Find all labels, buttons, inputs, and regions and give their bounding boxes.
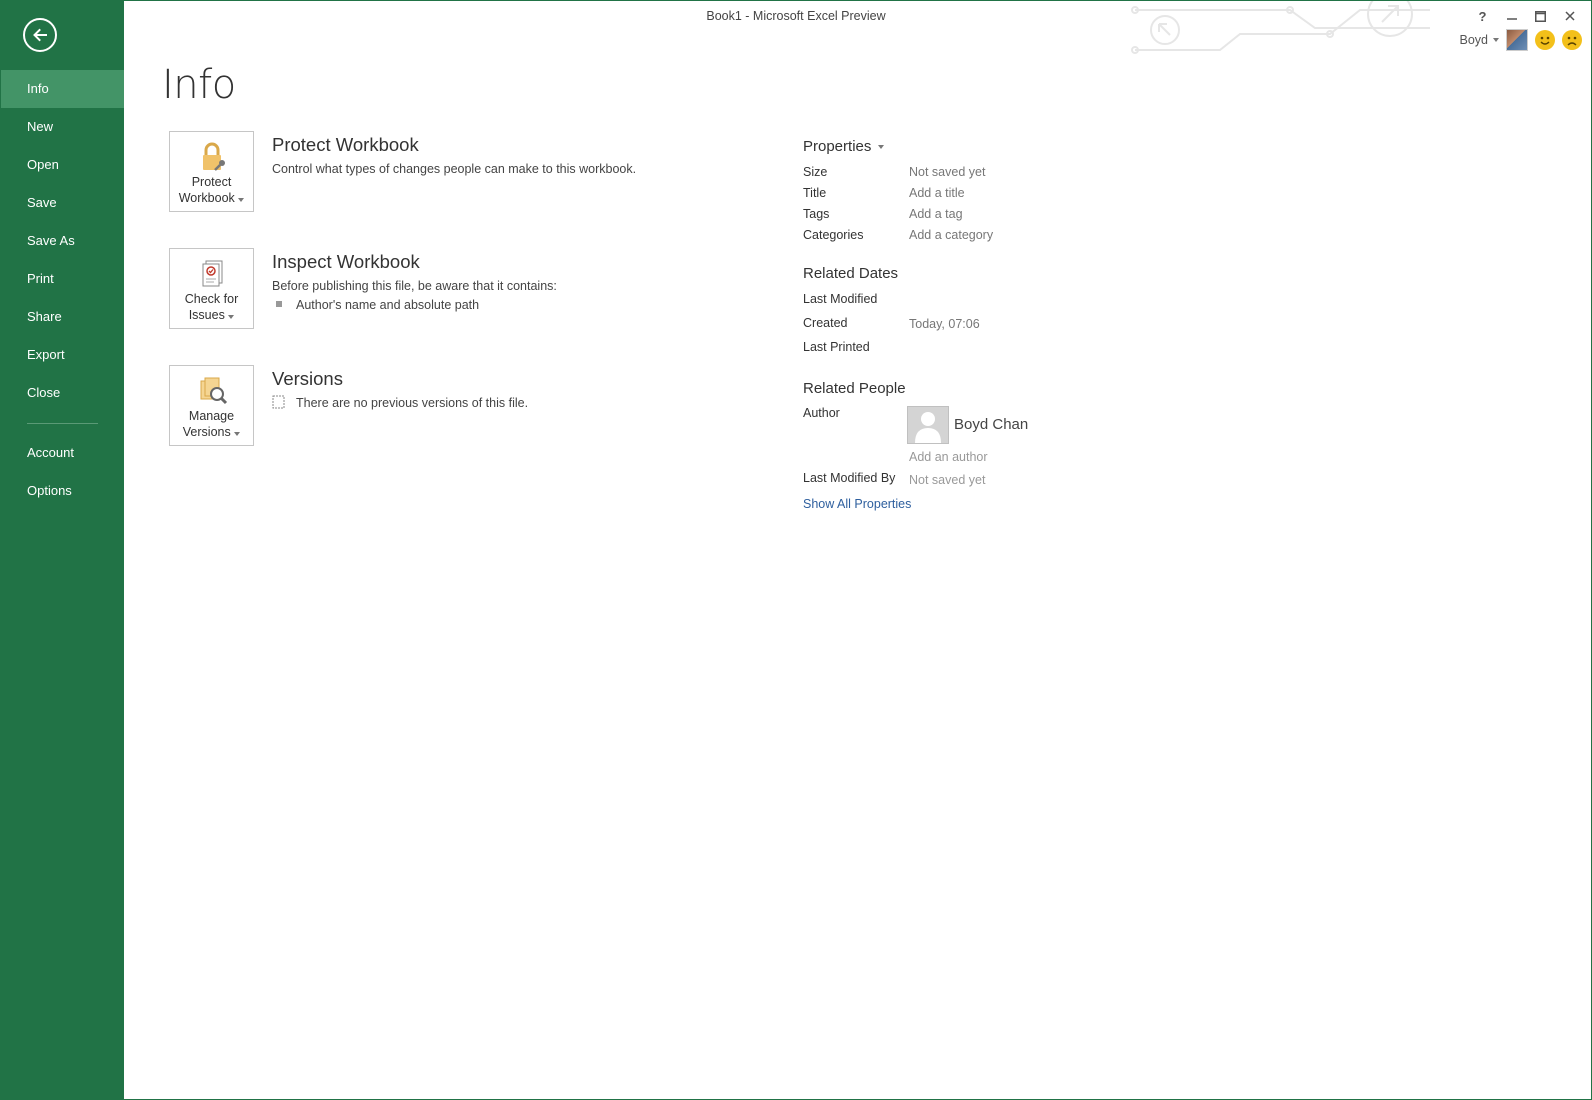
- maximize-icon[interactable]: [1526, 6, 1555, 26]
- author-name[interactable]: Boyd Chan: [954, 416, 1028, 433]
- circuit-decoration-icon: [1131, 0, 1430, 54]
- nav-close[interactable]: Close: [0, 374, 124, 412]
- chevron-down-icon: [228, 315, 235, 319]
- nav-save-as[interactable]: Save As: [0, 222, 124, 260]
- inspect-workbook-description: Before publishing this file, be aware th…: [272, 279, 557, 293]
- categories-label: Categories: [803, 228, 864, 242]
- check-for-issues-button[interactable]: Check for Issues: [169, 248, 254, 329]
- author-avatar: [907, 406, 949, 444]
- title-label: Title: [803, 186, 827, 200]
- person-icon: [915, 412, 941, 443]
- inspect-workbook-heading: Inspect Workbook: [272, 251, 420, 272]
- last-modified-label: Last Modified: [803, 292, 878, 306]
- title-field[interactable]: Add a title: [909, 186, 965, 200]
- protect-workbook-description: Control what types of changes people can…: [272, 162, 637, 176]
- nav-save[interactable]: Save: [0, 184, 124, 222]
- inspect-item: Author's name and absolute path: [276, 298, 479, 312]
- chevron-down-icon: [238, 198, 245, 202]
- protect-button-label-2: Workbook: [178, 191, 235, 205]
- page-title: Info: [162, 62, 236, 108]
- author-label: Author: [803, 406, 840, 420]
- versions-description-row: There are no previous versions of this f…: [272, 395, 529, 411]
- nav-divider: [27, 423, 98, 424]
- nav-share[interactable]: Share: [0, 298, 124, 336]
- nav-new[interactable]: New: [0, 108, 124, 146]
- document-icon: [272, 395, 285, 409]
- inspect-button-label-2: Issues: [188, 308, 225, 322]
- user-menu[interactable]: Boyd: [1459, 33, 1499, 47]
- created-label: Created: [803, 316, 848, 330]
- last-modified-by-label: Last Modified By: [803, 471, 896, 485]
- user-name: Boyd: [1459, 33, 1489, 47]
- protect-workbook-heading: Protect Workbook: [272, 134, 419, 155]
- inspect-item-text: Author's name and absolute path: [296, 298, 480, 312]
- chevron-down-icon: [1493, 38, 1499, 42]
- checklist-icon: [202, 260, 223, 287]
- chevron-down-icon: [877, 145, 884, 150]
- size-value: Not saved yet: [909, 165, 986, 179]
- nav-export[interactable]: Export: [0, 336, 124, 374]
- categories-field[interactable]: Add a category: [909, 228, 993, 242]
- properties-heading: Properties: [803, 138, 872, 155]
- versions-heading: Versions: [272, 368, 343, 389]
- last-modified-by-value: Not saved yet: [909, 473, 986, 487]
- lock-key-icon: [203, 142, 225, 171]
- protect-workbook-button[interactable]: Protect Workbook: [169, 131, 254, 212]
- inspect-button-label-1: Check for: [184, 292, 239, 306]
- user-account-area: Boyd: [1459, 28, 1582, 52]
- tags-field[interactable]: Add a tag: [909, 207, 963, 221]
- back-arrow-icon[interactable]: [23, 18, 57, 52]
- created-value: Today, 07:06: [909, 317, 980, 331]
- related-people-heading: Related People: [803, 380, 906, 397]
- manage-versions-button[interactable]: Manage Versions: [169, 365, 254, 446]
- backstage-sidebar: Info New Open Save Save As Print Share E…: [0, 0, 124, 1100]
- versions-button-label-1: Manage: [188, 409, 235, 423]
- avatar[interactable]: [1506, 29, 1528, 51]
- properties-dropdown[interactable]: Properties: [803, 138, 884, 155]
- size-label: Size: [803, 165, 828, 179]
- nav-open[interactable]: Open: [0, 146, 124, 184]
- last-printed-label: Last Printed: [803, 340, 870, 354]
- nav-options[interactable]: Options: [0, 472, 124, 510]
- related-dates-heading: Related Dates: [803, 265, 899, 282]
- versions-search-icon: [200, 377, 228, 405]
- protect-button-label-1: Protect: [191, 175, 232, 189]
- nav-info[interactable]: Info: [0, 70, 124, 108]
- versions-description: There are no previous versions of this f…: [296, 396, 529, 410]
- minimize-icon[interactable]: [1497, 6, 1526, 26]
- chevron-down-icon: [234, 432, 241, 436]
- show-all-properties-link[interactable]: Show All Properties: [803, 497, 911, 511]
- bullet-icon: [276, 300, 282, 307]
- nav-print[interactable]: Print: [0, 260, 124, 298]
- close-icon[interactable]: [1555, 6, 1584, 26]
- window-controls: ?: [1468, 6, 1584, 26]
- smile-feedback-icon[interactable]: [1535, 30, 1555, 50]
- versions-button-label-2: Versions: [182, 425, 231, 439]
- tags-label: Tags: [803, 207, 830, 221]
- nav-account[interactable]: Account: [0, 434, 124, 472]
- frown-feedback-icon[interactable]: [1562, 30, 1582, 50]
- add-author-field[interactable]: Add an author: [909, 450, 988, 464]
- help-icon[interactable]: ?: [1468, 6, 1497, 26]
